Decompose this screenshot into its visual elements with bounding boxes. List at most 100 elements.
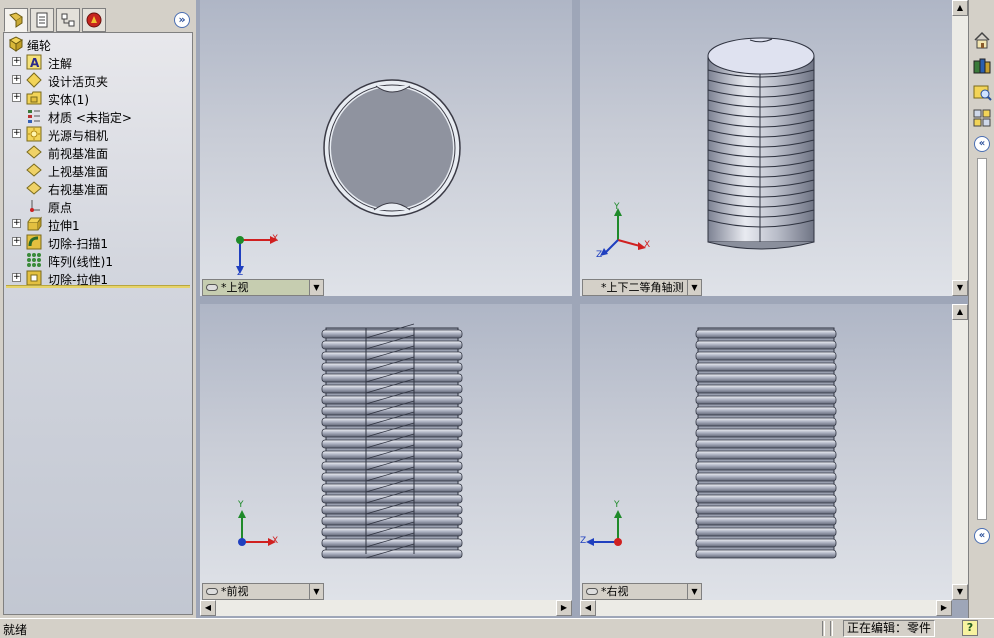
tab-appearance-manager[interactable]: [82, 8, 106, 32]
view-name: *右视: [601, 585, 629, 598]
tree-item-lights-cameras[interactable]: + 光源与相机: [4, 125, 190, 143]
axis-y-label: Y: [238, 500, 244, 510]
status-separator: [830, 621, 833, 636]
part-icon: [9, 36, 23, 52]
front-view-drawing: [238, 323, 463, 559]
feature-tree-icon: [9, 12, 23, 28]
tree-item-label: 材质 <未指定>: [48, 111, 132, 125]
home-button[interactable]: [972, 30, 992, 50]
scroll-right-button[interactable]: ▶: [936, 600, 952, 616]
tree-item-sweep-cut1[interactable]: + 切除-扫描1: [4, 233, 190, 251]
expand-toggle[interactable]: +: [12, 273, 21, 282]
viewport-label-trimetric[interactable]: *上下二等角轴测 ▼: [582, 279, 702, 296]
scroll-right-button[interactable]: ▶: [556, 600, 572, 616]
tree-item-top-plane[interactable]: 上视基准面: [4, 161, 190, 179]
scrollbar-vertical-bottom[interactable]: ▲ ▼: [952, 304, 968, 600]
scroll-up-button[interactable]: ▲: [952, 0, 968, 16]
view-name: *前视: [221, 585, 249, 598]
task-pane: « «: [968, 0, 994, 618]
status-separator: [822, 621, 825, 636]
viewport-top-view[interactable]: X Z *上视 ▼: [200, 0, 572, 296]
tree-item-extrude1[interactable]: + 拉伸1: [4, 215, 190, 233]
status-bar: 就绪 正在编辑：零件 ?: [0, 618, 994, 638]
status-text: 就绪: [3, 623, 28, 637]
viewport-right-view[interactable]: Y Z *右视 ▼: [580, 304, 952, 600]
lights-cameras-icon: [26, 126, 42, 142]
tree-item-front-plane[interactable]: 前视基准面: [4, 143, 190, 161]
axis-z-label: Z: [596, 250, 603, 260]
tree-item-label: 拉伸1: [48, 219, 80, 233]
graphics-area: X Z *上视 ▼ Y X Z *上下二等角轴测 ▼ Y X *前视 ▼ Y Z…: [196, 0, 968, 618]
tree-item-label: 设计活页夹: [48, 75, 109, 89]
tree-item-linear-pattern1[interactable]: 阵列(线性)1: [4, 251, 190, 269]
tree-item-design-binder[interactable]: + 设计活页夹: [4, 71, 190, 89]
expand-toggle[interactable]: +: [12, 93, 21, 102]
design-library-button[interactable]: [972, 56, 992, 76]
expand-panel-button[interactable]: »: [174, 12, 190, 28]
collapse-task-pane-button[interactable]: «: [974, 136, 990, 152]
feature-manager-panel: » 绳轮 + A 注解 + 设计活页夹 + 实体(1) 材质 <未指定> + 光…: [0, 0, 196, 618]
expand-toggle[interactable]: +: [12, 237, 21, 246]
rollback-bar[interactable]: [6, 285, 190, 288]
tree-item-solid-bodies[interactable]: + 实体(1): [4, 89, 190, 107]
axis-y-label: Y: [614, 202, 620, 212]
scrollbar-vertical-top[interactable]: ▲ ▼: [952, 0, 968, 296]
viewport-trimetric[interactable]: Y X Z *上下二等角轴测 ▼: [580, 0, 952, 296]
file-explorer-button[interactable]: [972, 82, 992, 102]
view-dropdown-button[interactable]: ▼: [309, 584, 323, 599]
expand-toggle[interactable]: +: [12, 57, 21, 66]
tree-item-right-plane[interactable]: 右视基准面: [4, 179, 190, 197]
expand-toggle[interactable]: +: [12, 75, 21, 84]
trimetric-drawing: [600, 37, 815, 256]
home-icon: [974, 31, 990, 49]
scroll-up-button[interactable]: ▲: [952, 304, 968, 320]
tree-item-label: 原点: [48, 201, 73, 215]
tree-item-annotations[interactable]: + A 注解: [4, 53, 190, 71]
edit-mode-indicator: 正在编辑：零件: [843, 620, 935, 637]
view-palette-icon: [973, 109, 991, 127]
link-views-icon[interactable]: [206, 284, 218, 291]
plane-icon: [26, 145, 42, 159]
tree-item-label: 实体(1): [48, 93, 89, 107]
tab-configuration-manager[interactable]: [56, 8, 80, 32]
scroll-down-button[interactable]: ▼: [952, 280, 968, 296]
task-pane-slider[interactable]: [977, 158, 987, 520]
view-palette-button[interactable]: [972, 108, 992, 128]
tree-item-label: 切除-扫描1: [48, 237, 108, 251]
tab-feature-manager[interactable]: [4, 8, 28, 32]
expand-toggle[interactable]: +: [12, 129, 21, 138]
expand-toggle[interactable]: +: [12, 219, 21, 228]
property-sheet-icon: [36, 12, 48, 28]
plane-icon: [26, 163, 42, 177]
viewport-label-right[interactable]: *右视 ▼: [582, 583, 702, 600]
scrollbar-horizontal-left[interactable]: ◀ ▶: [200, 600, 572, 616]
tree-item-label: 阵列(线性)1: [48, 255, 113, 269]
tree-root[interactable]: 绳轮: [4, 35, 190, 53]
collapse-task-pane-bottom-button[interactable]: «: [974, 528, 990, 544]
view-name: *上下二等角轴测: [601, 281, 684, 294]
tree-item-label: 上视基准面: [48, 165, 109, 179]
right-view-drawing: [586, 327, 837, 559]
viewport-label-top[interactable]: *上视 ▼: [202, 279, 324, 296]
tab-property-manager[interactable]: [30, 8, 54, 32]
scroll-left-button[interactable]: ◀: [200, 600, 216, 616]
top-view-drawing: [236, 79, 461, 274]
view-dropdown-button[interactable]: ▼: [309, 280, 323, 295]
viewport-front-view[interactable]: Y X *前视 ▼: [200, 304, 572, 600]
root-part-name: 绳轮: [27, 39, 52, 53]
scroll-down-button[interactable]: ▼: [952, 584, 968, 600]
linear-pattern-icon: [27, 253, 41, 267]
tree-item-origin[interactable]: 原点: [4, 197, 190, 215]
view-dropdown-button[interactable]: ▼: [687, 280, 701, 295]
link-views-icon[interactable]: [206, 588, 218, 595]
scrollbar-horizontal-right[interactable]: ◀ ▶: [580, 600, 952, 616]
help-icon[interactable]: ?: [962, 620, 978, 636]
link-views-icon[interactable]: [586, 588, 598, 595]
axis-x-label: X: [644, 240, 651, 250]
tree-item-material[interactable]: 材质 <未指定>: [4, 107, 190, 125]
viewport-label-front[interactable]: *前视 ▼: [202, 583, 324, 600]
tree-item-label: 前视基准面: [48, 147, 109, 161]
scroll-left-button[interactable]: ◀: [580, 600, 596, 616]
design-library-icon: [973, 58, 991, 74]
view-dropdown-button[interactable]: ▼: [687, 584, 701, 599]
